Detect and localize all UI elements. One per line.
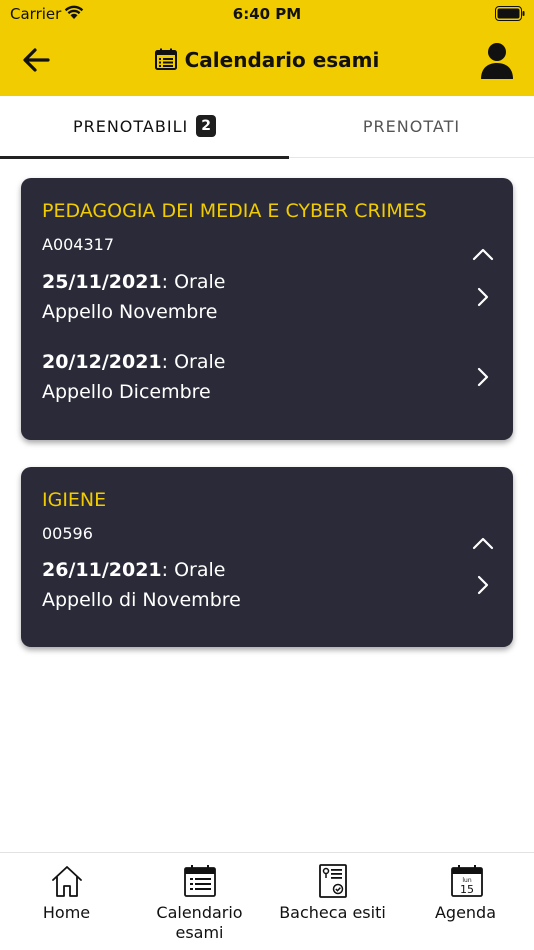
calendar-list-icon — [154, 48, 177, 70]
exam-session: Appello di Novembre — [42, 589, 241, 611]
nav-bacheca-label: Bacheca esiti — [279, 903, 386, 922]
calendar-list-icon — [183, 865, 216, 897]
course-code: 00596 — [42, 524, 93, 543]
course-name: IGIENE — [42, 489, 107, 511]
nav-agenda[interactable]: lun 15 Agenda — [399, 853, 534, 950]
tab-prenotati-label: PRENOTATI — [362, 117, 461, 136]
agenda-icon-date: 15 — [460, 883, 474, 896]
battery-icon — [495, 6, 525, 21]
chevron-up-icon[interactable] — [471, 245, 495, 263]
nav-calendario-esami[interactable]: Calendario esami — [133, 853, 266, 950]
course-card: IGIENE 00596 26/11/2021: Orale Appello d… — [21, 467, 513, 647]
exam-session-row[interactable]: 20/12/2021: Orale Appello Dicembre — [21, 351, 513, 413]
exam-date: 20/12/2021 — [42, 351, 162, 373]
nav-calendario-line1: Calendario — [156, 903, 243, 922]
exam-session-row[interactable]: 25/11/2021: Orale Appello Novembre — [21, 271, 513, 333]
exam-session: Appello Dicembre — [42, 381, 211, 403]
chevron-right-icon — [477, 367, 489, 387]
bottom-tab-bar: Home Calendario esami Bacheca esiti lun … — [0, 852, 534, 950]
tab-prenotati[interactable]: PRENOTATI — [289, 96, 534, 158]
course-card: PEDAGOGIA DEI MEDIA E CYBER CRIMES A0043… — [21, 178, 513, 440]
exam-tabs: PRENOTABILI 2 PRENOTATI — [0, 96, 534, 159]
results-board-icon — [318, 864, 347, 898]
exam-type: : Orale — [161, 559, 226, 581]
nav-home-label: Home — [42, 903, 91, 922]
course-name: PEDAGOGIA DEI MEDIA E CYBER CRIMES — [42, 200, 427, 222]
nav-bar: Calendario esami — [0, 28, 534, 96]
exam-date-type: 20/12/2021: Orale — [42, 351, 225, 373]
app-header: Carrier 6:40 PM Calendario esami — [0, 0, 534, 96]
nav-home[interactable]: Home — [0, 853, 133, 950]
home-icon — [51, 866, 82, 897]
status-time: 6:40 PM — [232, 5, 302, 23]
tab-prenotabili-label: PRENOTABILI — [72, 117, 189, 136]
count-badge: 2 — [196, 115, 217, 137]
exam-session-row[interactable]: 26/11/2021: Orale Appello di Novembre — [21, 559, 513, 621]
exam-date: 26/11/2021 — [42, 559, 162, 581]
user-profile-icon[interactable] — [480, 42, 514, 80]
chevron-right-icon — [477, 575, 489, 595]
page-title-text: Calendario esami — [184, 48, 380, 72]
chevron-right-icon — [477, 287, 489, 307]
agenda-calendar-icon: lun 15 — [450, 865, 483, 897]
exam-type: : Orale — [161, 271, 226, 293]
nav-bacheca-esiti[interactable]: Bacheca esiti — [266, 853, 399, 950]
nav-calendario-label: Calendario esami — [133, 903, 266, 943]
chevron-up-icon[interactable] — [471, 534, 495, 552]
page-title: Calendario esami — [0, 48, 534, 72]
status-bar: Carrier 6:40 PM — [0, 0, 534, 28]
tab-prenotabili[interactable]: PRENOTABILI 2 — [0, 96, 289, 159]
exam-date: 25/11/2021 — [42, 271, 162, 293]
course-code: A004317 — [42, 235, 115, 254]
exam-session: Appello Novembre — [42, 301, 218, 323]
nav-agenda-label: Agenda — [434, 903, 497, 922]
exam-date-type: 26/11/2021: Orale — [42, 559, 225, 581]
nav-calendario-line2: esami — [175, 923, 224, 942]
exam-date-type: 25/11/2021: Orale — [42, 271, 225, 293]
exam-type: : Orale — [161, 351, 226, 373]
